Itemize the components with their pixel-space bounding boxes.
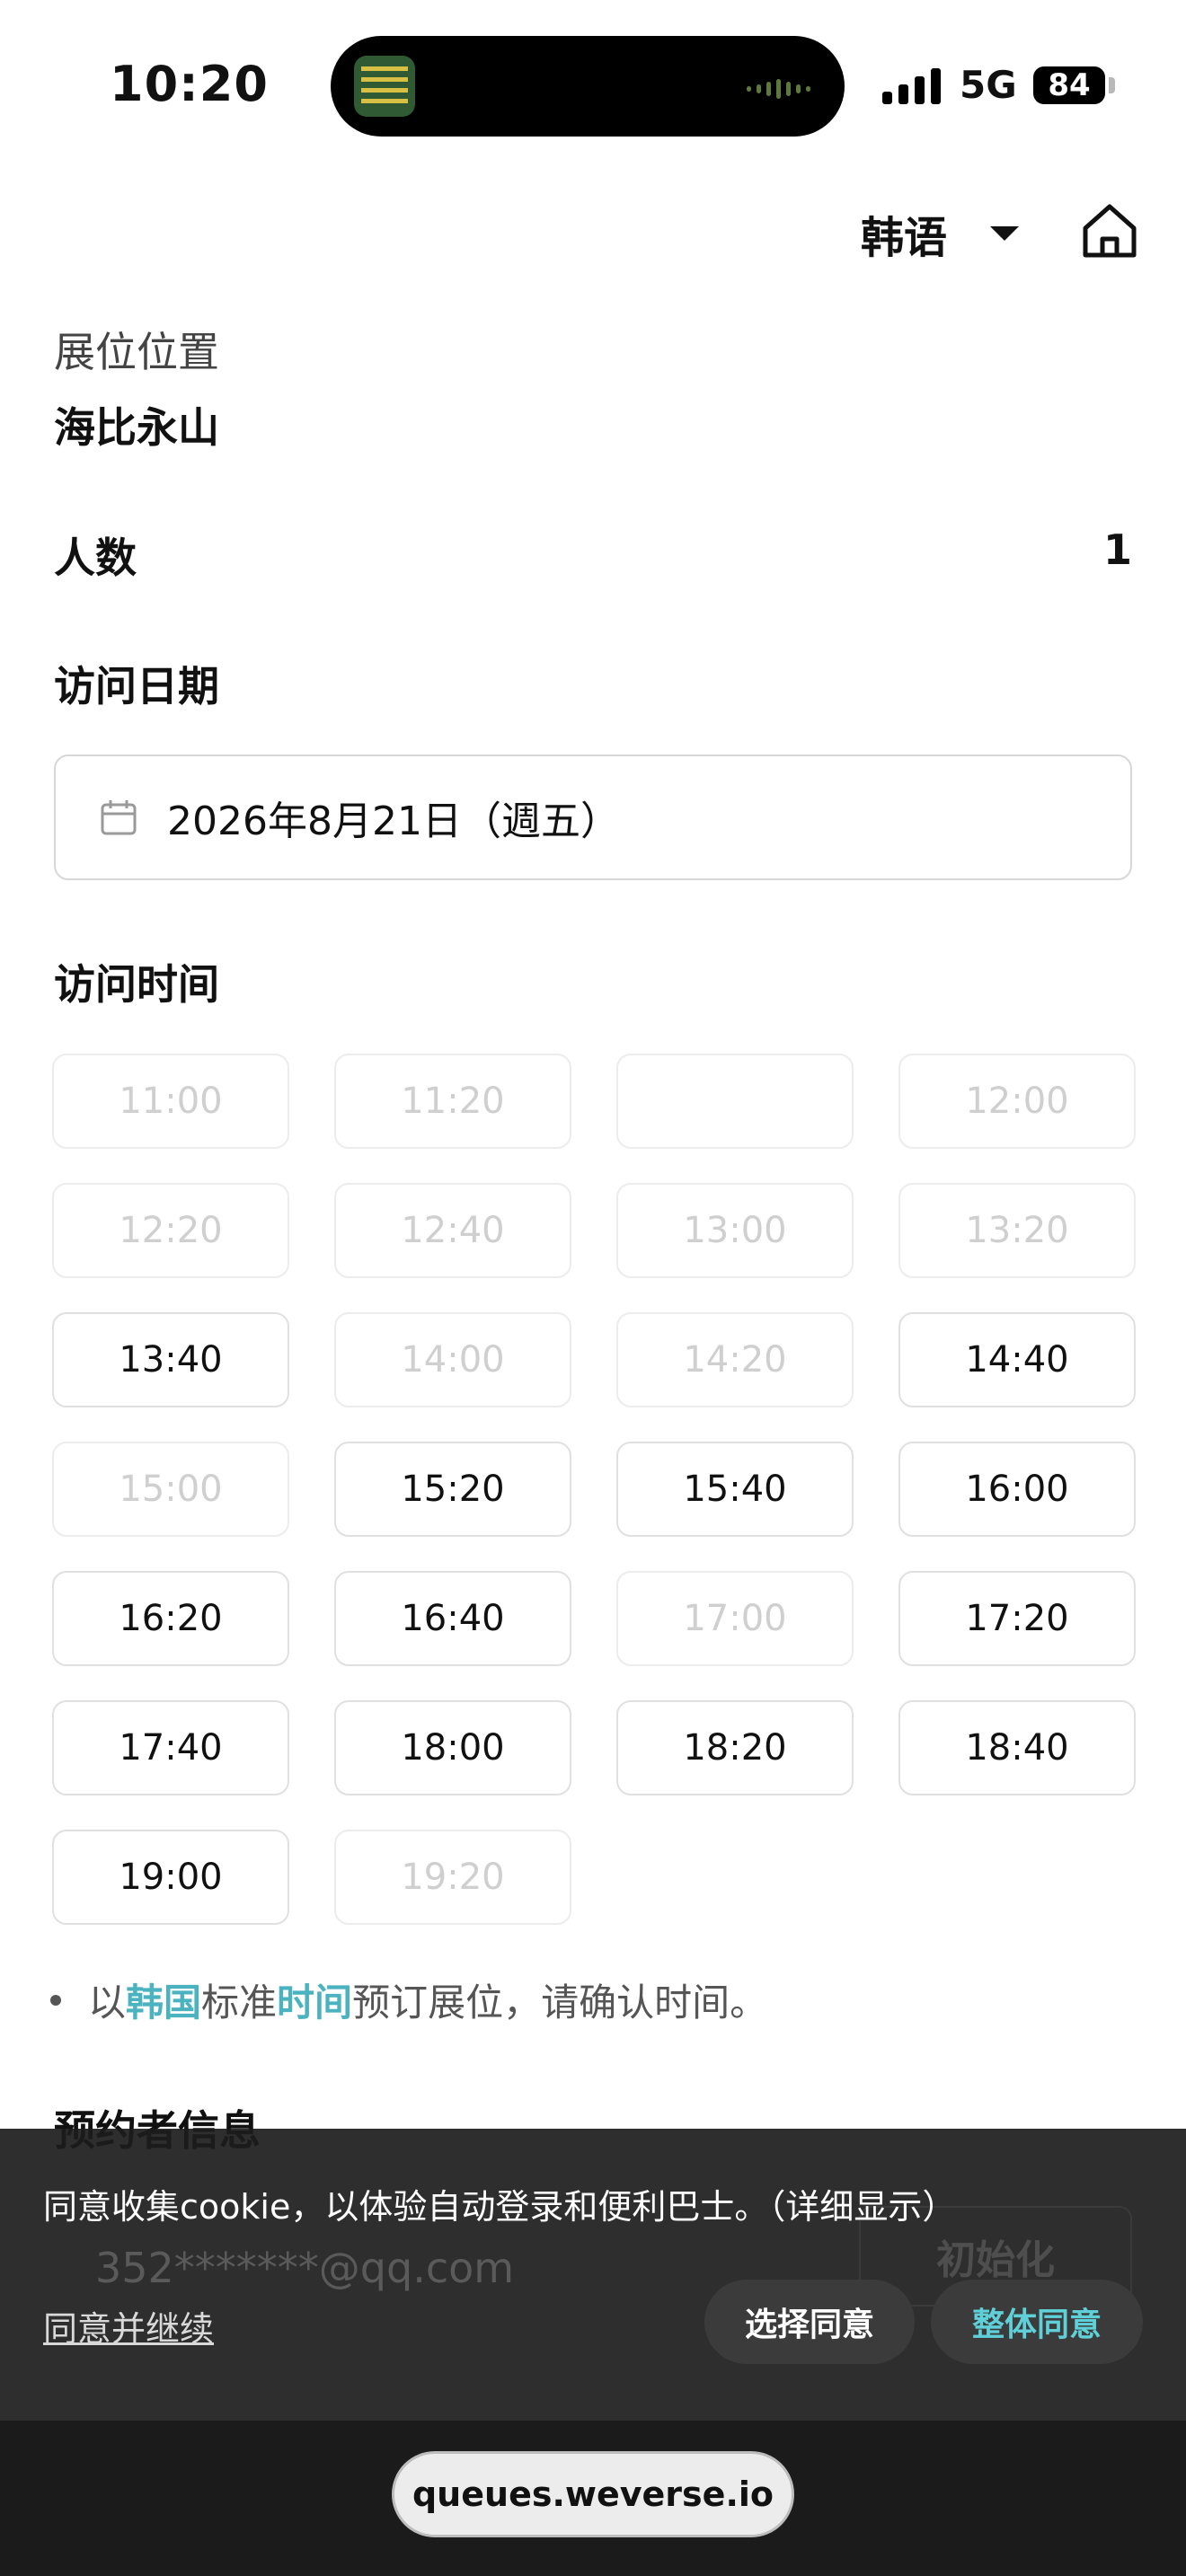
bullet (50, 1994, 61, 2006)
status-bar: 10:20 5G 84 (0, 0, 1186, 171)
time-slot-button[interactable]: 12:20 (52, 1183, 289, 1278)
chevron-down-icon (990, 226, 1020, 241)
audio-wave-icon (747, 79, 810, 99)
time-slot-button[interactable]: 12:00 (898, 1054, 1136, 1149)
album-art-icon (354, 56, 415, 117)
booth-location-label: 展位位置 (54, 328, 219, 376)
time-slot-button[interactable]: 14:40 (898, 1312, 1136, 1407)
notice-text-pre: 以 (88, 1981, 127, 2025)
language-label: 韩语 (861, 213, 948, 263)
people-count-label: 人数 (54, 534, 137, 582)
notice-text-mid: 标准 (201, 1981, 278, 2025)
time-slot-button[interactable]: 13:40 (52, 1312, 289, 1407)
time-slot-button[interactable]: 18:00 (334, 1700, 571, 1795)
time-slot-button[interactable]: 17:00 (616, 1571, 854, 1666)
time-slot-grid: 11:00 11:20 12:00 12:20 12:40 13:00 13:20 13:40… (52, 1054, 1136, 1925)
calendar-icon (101, 800, 137, 835)
booker-email: 352*******@qq.com (95, 2244, 515, 2292)
visit-time-title: 访问时间 (54, 960, 219, 1009)
time-slot-button[interactable]: 15:20 (334, 1442, 571, 1537)
time-slot-button[interactable]: 14:00 (334, 1312, 571, 1407)
agree-all-button[interactable]: 整体同意 (931, 2280, 1143, 2364)
cellular-signal-icon (882, 66, 941, 104)
time-slot-button[interactable]: 11:00 (52, 1054, 289, 1149)
time-slot-button[interactable]: 13:20 (898, 1183, 1136, 1278)
status-time: 10:20 (110, 56, 269, 112)
browser-bottom-bar: queues.weverse.io (0, 2421, 1186, 2576)
language-selector[interactable]: 韩语 (861, 202, 1020, 265)
time-slot-button[interactable]: 16:40 (334, 1571, 571, 1666)
cookie-banner: 352*******@qq.com 初始化 同意收集cookie，以体验自动登录… (0, 2129, 1186, 2421)
cookie-consent-text[interactable]: 同意收集cookie，以体验自动登录和便利巴士。（详细显示） (43, 2179, 956, 2228)
time-slot-button[interactable]: 17:40 (52, 1700, 289, 1795)
home-icon[interactable] (1080, 201, 1139, 260)
time-slot-button[interactable]: 19:00 (52, 1830, 289, 1925)
time-slot-button[interactable]: 16:20 (52, 1571, 289, 1666)
time-slot-button[interactable]: 17:20 (898, 1571, 1136, 1666)
time-slot-button[interactable]: 18:20 (616, 1700, 854, 1795)
notice-text-post: 预订展位，请确认时间。 (352, 1981, 768, 2025)
booth-location-value: 海比永山 (54, 403, 219, 452)
time-slot-button[interactable]: 14:20 (616, 1312, 854, 1407)
select-consent-button[interactable]: 选择同意 (704, 2280, 915, 2364)
people-count-value: 1 (1102, 525, 1132, 574)
time-slot-button[interactable]: 11:20 (334, 1054, 571, 1149)
time-slot-button[interactable] (616, 1054, 854, 1149)
time-slot-button[interactable]: 15:40 (616, 1442, 854, 1537)
time-slot-button[interactable]: 15:00 (52, 1442, 289, 1537)
battery-tip (1109, 77, 1115, 93)
notice-highlight-time: 时间 (277, 1981, 353, 2025)
agree-continue-link[interactable]: 同意并继续 (43, 2301, 214, 2351)
visit-date-value: 2026年8月21日（週五） (167, 798, 620, 844)
url-bar[interactable]: queues.weverse.io (392, 2451, 794, 2537)
time-slot-button[interactable]: 18:40 (898, 1700, 1136, 1795)
time-slot-button[interactable]: 12:40 (334, 1183, 571, 1278)
timezone-notice: 以 韩国 标准 时间 预订展位，请确认时间。 (50, 1972, 767, 2027)
notice-highlight-korea: 韩国 (126, 1981, 202, 2025)
network-type: 5G (960, 63, 1017, 107)
battery-icon: 84 (1033, 66, 1105, 104)
visit-date-title: 访问日期 (54, 662, 219, 710)
time-slot-button[interactable]: 19:20 (334, 1830, 571, 1925)
time-slot-button[interactable]: 13:00 (616, 1183, 854, 1278)
time-slot-button[interactable]: 16:00 (898, 1442, 1136, 1537)
visit-date-field[interactable]: 2026年8月21日（週五） (54, 754, 1132, 880)
dynamic-island (331, 36, 845, 137)
